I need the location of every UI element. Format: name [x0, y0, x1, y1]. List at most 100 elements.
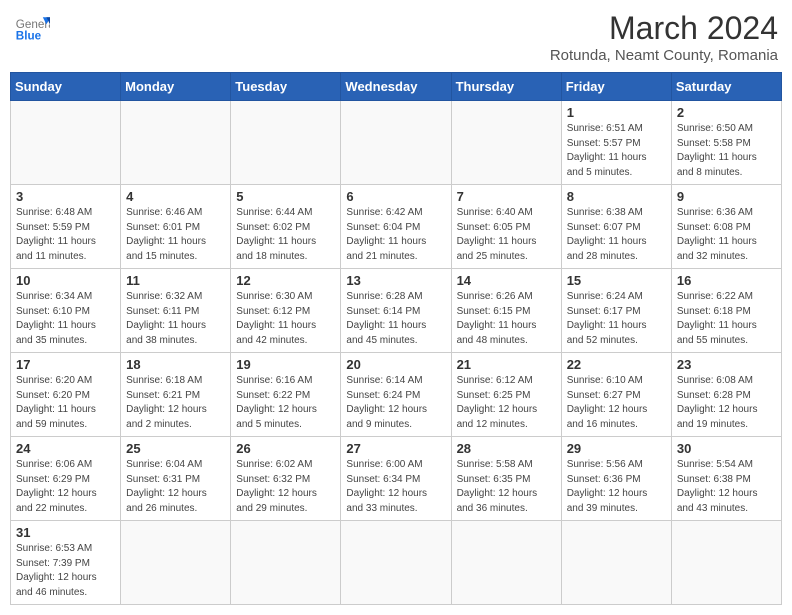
day-info: Sunrise: 5:58 AM Sunset: 6:35 PM Dayligh…: [457, 458, 556, 516]
calendar-cell: 19 Sunrise: 6:16 AM Sunset: 6:22 PM Dayli…: [231, 353, 341, 437]
day-number: 22: [567, 357, 666, 372]
day-info: Sunrise: 6:50 AM Sunset: 5:58 PM Dayligh…: [677, 122, 776, 180]
day-info: Sunrise: 6:36 AM Sunset: 6:08 PM Dayligh…: [677, 206, 776, 264]
calendar-week-4: 17 Sunrise: 6:20 AM Sunset: 6:20 PM Dayli…: [11, 353, 782, 437]
page-header: General Blue March 2024 Rotunda, Neamt C…: [10, 10, 782, 64]
day-number: 1: [567, 105, 666, 120]
day-number: 5: [236, 189, 335, 204]
calendar-cell: [451, 101, 561, 185]
weekday-header-saturday: Saturday: [671, 73, 781, 101]
calendar-cell: 1Sunrise: 6:51 AM Sunset: 5:57 PM Daylig…: [561, 101, 671, 185]
calendar-cell: 9Sunrise: 6:36 AM Sunset: 6:08 PM Daylig…: [671, 185, 781, 269]
day-info: Sunrise: 6:40 AM Sunset: 6:05 PM Dayligh…: [457, 206, 556, 264]
calendar-week-3: 10 Sunrise: 6:34 AM Sunset: 6:10 PM Dayli…: [11, 269, 782, 353]
day-number: 24: [16, 441, 115, 456]
weekday-header-thursday: Thursday: [451, 73, 561, 101]
day-info: Sunrise: 6:02 AM Sunset: 6:32 PM Dayligh…: [236, 458, 335, 516]
calendar-week-1: 1Sunrise: 6:51 AM Sunset: 5:57 PM Daylig…: [11, 101, 782, 185]
day-number: 16: [677, 273, 776, 288]
logo: General Blue: [14, 10, 50, 46]
calendar-cell: 13 Sunrise: 6:28 AM Sunset: 6:14 PM Dayli…: [341, 269, 451, 353]
calendar-cell: [121, 521, 231, 605]
day-number: 2: [677, 105, 776, 120]
day-number: 27: [346, 441, 445, 456]
day-info: Sunrise: 5:54 AM Sunset: 6:38 PM Dayligh…: [677, 458, 776, 516]
day-info: Sunrise: 6:20 AM Sunset: 6:20 PM Dayligh…: [16, 374, 115, 432]
day-info: Sunrise: 6:28 AM Sunset: 6:14 PM Dayligh…: [346, 290, 445, 348]
calendar-cell: 16Sunrise: 6:22 AM Sunset: 6:18 PM Dayli…: [671, 269, 781, 353]
day-info: Sunrise: 6:12 AM Sunset: 6:25 PM Dayligh…: [457, 374, 556, 432]
day-info: Sunrise: 6:38 AM Sunset: 6:07 PM Dayligh…: [567, 206, 666, 264]
title-area: March 2024 Rotunda, Neamt County, Romani…: [550, 10, 778, 64]
day-info: Sunrise: 6:04 AM Sunset: 6:31 PM Dayligh…: [126, 458, 225, 516]
day-info: Sunrise: 6:00 AM Sunset: 6:34 PM Dayligh…: [346, 458, 445, 516]
calendar-cell: 8Sunrise: 6:38 AM Sunset: 6:07 PM Daylig…: [561, 185, 671, 269]
calendar-cell: [561, 521, 671, 605]
day-info: Sunrise: 6:34 AM Sunset: 6:10 PM Dayligh…: [16, 290, 115, 348]
calendar-cell: 6 Sunrise: 6:42 AM Sunset: 6:04 PM Daylig…: [341, 185, 451, 269]
calendar-cell: 24 Sunrise: 6:06 AM Sunset: 6:29 PM Dayli…: [11, 437, 121, 521]
day-number: 20: [346, 357, 445, 372]
calendar-cell: 11Sunrise: 6:32 AM Sunset: 6:11 PM Dayli…: [121, 269, 231, 353]
calendar-cell: [11, 101, 121, 185]
day-info: Sunrise: 6:10 AM Sunset: 6:27 PM Dayligh…: [567, 374, 666, 432]
day-number: 23: [677, 357, 776, 372]
day-number: 12: [236, 273, 335, 288]
calendar-cell: [341, 521, 451, 605]
calendar-cell: 3Sunrise: 6:48 AM Sunset: 5:59 PM Daylig…: [11, 185, 121, 269]
day-info: Sunrise: 6:06 AM Sunset: 6:29 PM Dayligh…: [16, 458, 115, 516]
calendar-cell: 17 Sunrise: 6:20 AM Sunset: 6:20 PM Dayli…: [11, 353, 121, 437]
weekday-header-friday: Friday: [561, 73, 671, 101]
calendar-week-6: 31Sunrise: 6:53 AM Sunset: 7:39 PM Dayli…: [11, 521, 782, 605]
day-number: 30: [677, 441, 776, 456]
weekday-header-row: SundayMondayTuesdayWednesdayThursdayFrid…: [11, 73, 782, 101]
day-number: 18: [126, 357, 225, 372]
day-info: Sunrise: 6:42 AM Sunset: 6:04 PM Dayligh…: [346, 206, 445, 264]
calendar-cell: 30 Sunrise: 5:54 AM Sunset: 6:38 PM Dayli…: [671, 437, 781, 521]
month-title: March 2024: [550, 10, 778, 47]
day-number: 17: [16, 357, 115, 372]
day-number: 21: [457, 357, 556, 372]
day-number: 26: [236, 441, 335, 456]
calendar-cell: 31Sunrise: 6:53 AM Sunset: 7:39 PM Dayli…: [11, 521, 121, 605]
day-number: 28: [457, 441, 556, 456]
weekday-header-sunday: Sunday: [11, 73, 121, 101]
calendar-cell: 15Sunrise: 6:24 AM Sunset: 6:17 PM Dayli…: [561, 269, 671, 353]
day-number: 13: [346, 273, 445, 288]
calendar-cell: 7Sunrise: 6:40 AM Sunset: 6:05 PM Daylig…: [451, 185, 561, 269]
day-number: 4: [126, 189, 225, 204]
day-info: Sunrise: 6:08 AM Sunset: 6:28 PM Dayligh…: [677, 374, 776, 432]
calendar-cell: 20Sunrise: 6:14 AM Sunset: 6:24 PM Dayli…: [341, 353, 451, 437]
day-info: Sunrise: 6:32 AM Sunset: 6:11 PM Dayligh…: [126, 290, 225, 348]
calendar-cell: 18 Sunrise: 6:18 AM Sunset: 6:21 PM Dayli…: [121, 353, 231, 437]
day-info: Sunrise: 6:18 AM Sunset: 6:21 PM Dayligh…: [126, 374, 225, 432]
svg-text:Blue: Blue: [16, 30, 42, 43]
calendar-cell: 27 Sunrise: 6:00 AM Sunset: 6:34 PM Dayli…: [341, 437, 451, 521]
day-info: Sunrise: 6:26 AM Sunset: 6:15 PM Dayligh…: [457, 290, 556, 348]
weekday-header-monday: Monday: [121, 73, 231, 101]
weekday-header-wednesday: Wednesday: [341, 73, 451, 101]
calendar-cell: [231, 101, 341, 185]
calendar-week-2: 3Sunrise: 6:48 AM Sunset: 5:59 PM Daylig…: [11, 185, 782, 269]
day-number: 19: [236, 357, 335, 372]
day-info: Sunrise: 6:48 AM Sunset: 5:59 PM Dayligh…: [16, 206, 115, 264]
calendar-cell: 10 Sunrise: 6:34 AM Sunset: 6:10 PM Dayli…: [11, 269, 121, 353]
day-number: 6: [346, 189, 445, 204]
calendar-cell: [341, 101, 451, 185]
day-info: Sunrise: 6:16 AM Sunset: 6:22 PM Dayligh…: [236, 374, 335, 432]
day-number: 10: [16, 273, 115, 288]
calendar-cell: 5 Sunrise: 6:44 AM Sunset: 6:02 PM Daylig…: [231, 185, 341, 269]
calendar-cell: [671, 521, 781, 605]
calendar-cell: [231, 521, 341, 605]
calendar-cell: 14 Sunrise: 6:26 AM Sunset: 6:15 PM Dayli…: [451, 269, 561, 353]
day-info: Sunrise: 6:46 AM Sunset: 6:01 PM Dayligh…: [126, 206, 225, 264]
subtitle: Rotunda, Neamt County, Romania: [550, 47, 778, 64]
calendar-cell: [121, 101, 231, 185]
calendar-cell: 25 Sunrise: 6:04 AM Sunset: 6:31 PM Dayli…: [121, 437, 231, 521]
day-number: 14: [457, 273, 556, 288]
day-info: Sunrise: 6:53 AM Sunset: 7:39 PM Dayligh…: [16, 542, 115, 600]
day-info: Sunrise: 5:56 AM Sunset: 6:36 PM Dayligh…: [567, 458, 666, 516]
day-info: Sunrise: 6:44 AM Sunset: 6:02 PM Dayligh…: [236, 206, 335, 264]
calendar-cell: 22 Sunrise: 6:10 AM Sunset: 6:27 PM Dayli…: [561, 353, 671, 437]
day-number: 25: [126, 441, 225, 456]
